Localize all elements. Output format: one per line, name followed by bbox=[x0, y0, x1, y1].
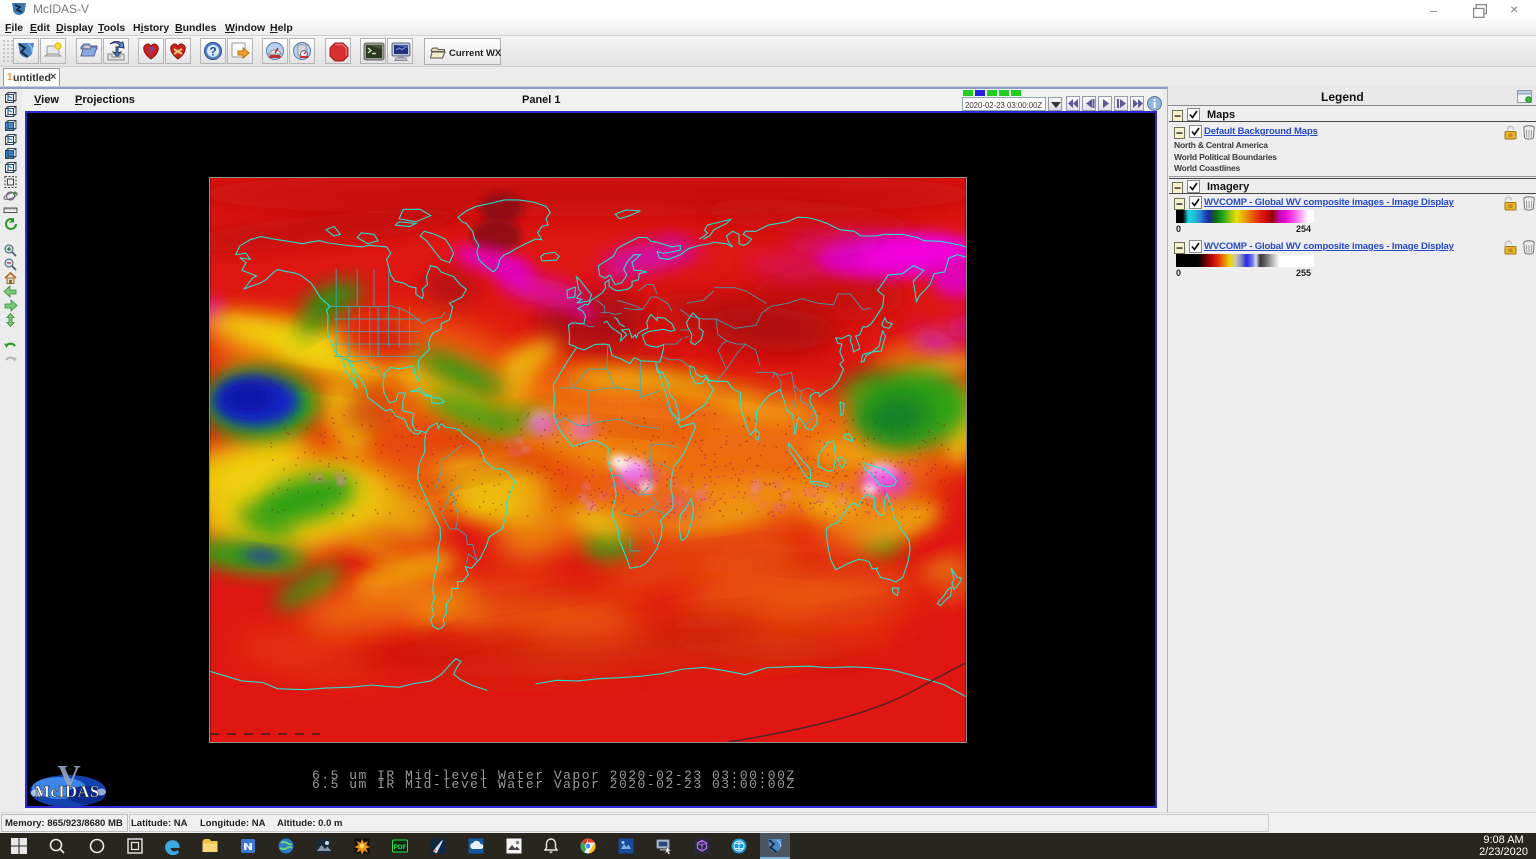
svg-text:McIDAS: McIDAS bbox=[34, 782, 99, 801]
svg-text:?: ? bbox=[209, 45, 216, 59]
svg-text:?: ? bbox=[148, 46, 154, 57]
svg-text:PDF: PDF bbox=[394, 844, 407, 851]
